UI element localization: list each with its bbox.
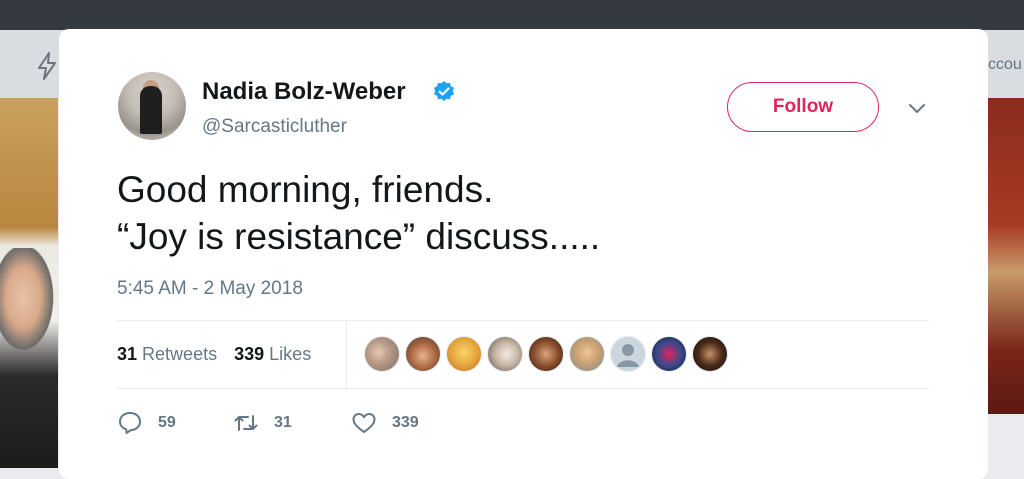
avatar-figure bbox=[140, 86, 162, 134]
author-name[interactable]: Nadia Bolz-Weber bbox=[202, 78, 406, 106]
stats-separator bbox=[346, 320, 347, 388]
liker-avatar[interactable] bbox=[487, 336, 523, 372]
author-avatar[interactable] bbox=[118, 72, 186, 140]
liker-avatar[interactable] bbox=[692, 336, 728, 372]
liker-avatar[interactable] bbox=[569, 336, 605, 372]
background-right-bottom bbox=[988, 414, 1024, 468]
background-account-text: ccou bbox=[988, 56, 1022, 73]
background-image-left-portrait bbox=[0, 248, 58, 358]
tweet-text-line-1: Good morning, friends. bbox=[117, 169, 494, 210]
bolt-icon bbox=[36, 52, 58, 86]
author-handle[interactable]: @Sarcasticluther bbox=[202, 116, 347, 138]
tweet-timestamp[interactable]: 5:45 AM - 2 May 2018 bbox=[117, 278, 303, 300]
liker-avatar-default[interactable] bbox=[610, 336, 646, 372]
like-action[interactable]: 339 bbox=[351, 410, 419, 436]
tweet-text-line-2: “Joy is resistance” discuss..... bbox=[117, 216, 601, 257]
tweet-text: Good morning, friends. “Joy is resistanc… bbox=[117, 166, 600, 260]
heart-icon bbox=[352, 413, 376, 433]
divider-top bbox=[117, 320, 929, 321]
liker-avatar[interactable] bbox=[446, 336, 482, 372]
like-count: 339 bbox=[392, 414, 419, 431]
liker-avatar[interactable] bbox=[405, 336, 441, 372]
likes-count: 339 bbox=[234, 344, 265, 364]
retweet-count: 31 bbox=[274, 414, 292, 431]
liker-avatar[interactable] bbox=[651, 336, 687, 372]
retweets-count: 31 bbox=[117, 344, 138, 364]
retweets-label: Retweets bbox=[142, 344, 218, 364]
liker-avatars bbox=[364, 336, 733, 372]
reply-action[interactable]: 59 bbox=[117, 410, 176, 436]
retweet-action[interactable]: 31 bbox=[233, 410, 292, 436]
likes-stat[interactable]: 339 Likes bbox=[234, 344, 311, 364]
reply-icon bbox=[119, 412, 141, 434]
follow-button[interactable]: Follow bbox=[727, 82, 879, 132]
verified-badge-icon bbox=[432, 80, 456, 104]
background-image-right bbox=[988, 98, 1024, 414]
liker-avatar[interactable] bbox=[528, 336, 564, 372]
tweet-stats: 31 Retweets 339 Likes bbox=[117, 344, 311, 365]
liker-avatar[interactable] bbox=[364, 336, 400, 372]
reply-count: 59 bbox=[158, 414, 176, 431]
retweet-icon bbox=[234, 415, 258, 431]
likes-label: Likes bbox=[269, 344, 312, 364]
chevron-down-icon[interactable] bbox=[906, 97, 928, 119]
divider-bottom bbox=[117, 388, 929, 389]
retweets-stat[interactable]: 31 Retweets bbox=[117, 344, 217, 364]
browser-topbar bbox=[0, 0, 1024, 30]
